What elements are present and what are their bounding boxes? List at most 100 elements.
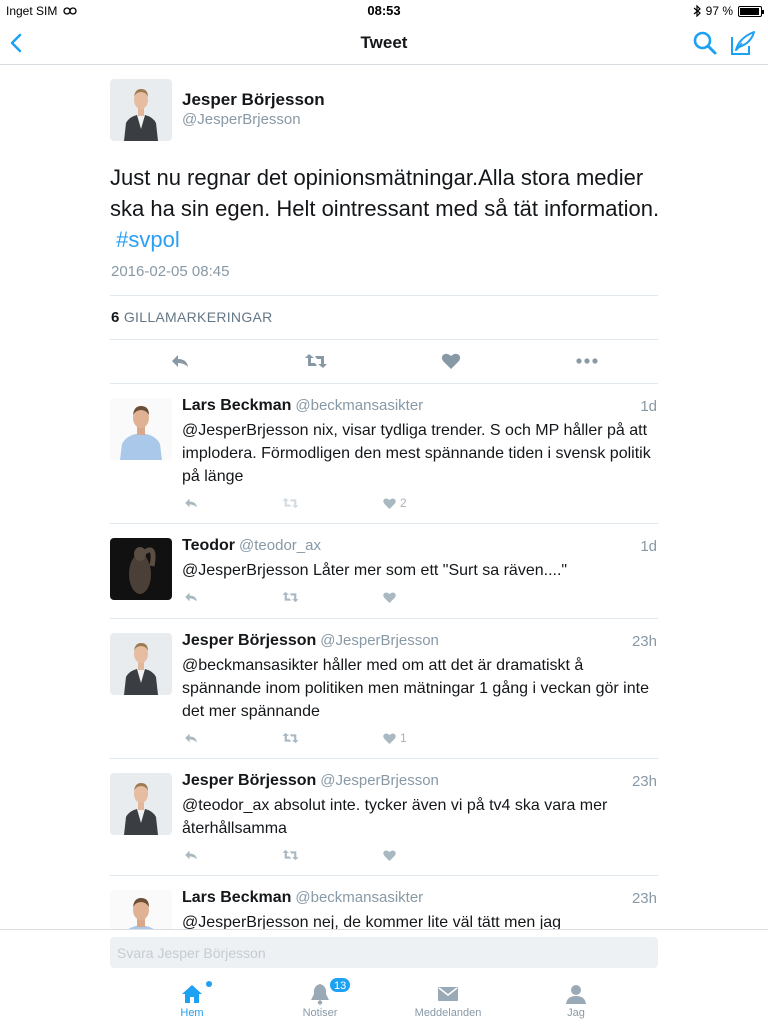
reply-author-name: Lars Beckman xyxy=(182,889,292,906)
clock: 08:53 xyxy=(367,3,401,18)
envelope-icon xyxy=(438,987,458,1001)
reply-icon xyxy=(183,495,199,511)
avatar[interactable] xyxy=(110,398,172,460)
avatar[interactable] xyxy=(110,79,172,141)
like-count: 1 xyxy=(400,731,407,745)
reply-bar xyxy=(0,929,768,972)
reply-action-retweet[interactable] xyxy=(281,495,300,511)
reply-action-like[interactable]: 2 xyxy=(382,495,407,511)
retweet-icon[interactable] xyxy=(303,350,329,372)
divider xyxy=(110,295,658,296)
reply-action-reply[interactable] xyxy=(183,495,199,511)
page-title: Tweet xyxy=(360,33,408,52)
reply-input[interactable] xyxy=(110,937,658,968)
tab-home[interactable]: Hem xyxy=(142,972,242,1024)
avatar[interactable] xyxy=(110,633,172,695)
navigation-bar: Tweet xyxy=(0,22,768,65)
notification-badge: 13 xyxy=(329,977,352,993)
reply-action-like[interactable]: 1 xyxy=(382,730,407,746)
reply-author-name: Lars Beckman xyxy=(182,397,292,414)
reply-author[interactable]: Lars Beckman @beckmansasikter xyxy=(182,397,423,415)
tweet-text: Just nu regnar det opinionsmätningar.All… xyxy=(110,162,670,255)
reply-author-handle: @beckmansasikter xyxy=(295,397,424,414)
reply-author-handle: @teodor_ax xyxy=(239,537,321,554)
more-icon[interactable] xyxy=(575,350,599,372)
reply-text: @JesperBrjesson nej, de kommer lite väl … xyxy=(182,914,562,929)
reply-author[interactable]: Lars Beckman @beckmansasikter xyxy=(182,889,423,907)
battery-icon xyxy=(738,5,764,17)
reply-text: @beckmansasikter håller med om att det ä… xyxy=(182,657,649,720)
divider xyxy=(110,758,658,759)
like-count: 2 xyxy=(400,496,407,510)
retweet-icon xyxy=(281,589,300,605)
tab-label: Notiser xyxy=(302,1007,338,1019)
author-handle[interactable]: @JesperBrjesson xyxy=(182,111,301,128)
divider xyxy=(110,383,658,384)
heart-icon[interactable] xyxy=(440,350,462,372)
reply-action-like[interactable] xyxy=(382,847,400,863)
retweet-icon xyxy=(281,495,300,511)
compose-icon[interactable] xyxy=(729,29,757,57)
divider xyxy=(110,339,658,340)
tab-notifications[interactable]: 13 Notiser xyxy=(270,972,370,1024)
likes-count: 6 xyxy=(111,309,120,326)
heart-icon xyxy=(382,496,397,511)
tab-label: Meddelanden xyxy=(414,1007,482,1019)
reply-text: @JesperBrjesson nix, visar tydliga trend… xyxy=(182,422,651,485)
reply-text: @teodor_ax absolut inte. tycker även vi … xyxy=(182,797,608,837)
person-icon xyxy=(566,985,586,1004)
reply-action-reply[interactable] xyxy=(183,589,199,605)
reply-time: 1d xyxy=(640,538,657,555)
tab-label: Jag xyxy=(567,1007,585,1019)
avatar[interactable] xyxy=(110,773,172,835)
avatar[interactable] xyxy=(110,890,172,929)
retweet-icon xyxy=(281,847,300,863)
reply-author[interactable]: Jesper Börjesson @JesperBrjesson xyxy=(182,772,439,790)
search-icon[interactable] xyxy=(692,30,718,56)
reply-action-retweet[interactable] xyxy=(281,589,300,605)
home-icon xyxy=(182,985,202,1003)
tweet-body: Just nu regnar det opinionsmätningar.All… xyxy=(110,165,660,221)
unread-dot xyxy=(206,981,212,987)
reply-action-reply[interactable] xyxy=(183,847,199,863)
heart-icon xyxy=(382,731,397,746)
retweet-icon xyxy=(281,730,300,746)
heart-icon xyxy=(382,848,397,863)
reply-time: 23h xyxy=(631,773,657,790)
reply-author-handle: @JesperBrjesson xyxy=(320,772,439,789)
reply-action-retweet[interactable] xyxy=(281,730,300,746)
battery-percent: 97 % xyxy=(705,4,733,18)
reply-time: 23h xyxy=(631,890,657,907)
reply-tweet[interactable]: Lars Beckman @beckmansasikter 23h @Jesper… xyxy=(0,875,768,929)
reply-action-reply[interactable] xyxy=(183,730,199,746)
battery-fill xyxy=(740,7,760,15)
reply-icon xyxy=(183,589,199,605)
reply-author-name: Jesper Börjesson xyxy=(182,772,317,789)
reply-author-name: Jesper Börjesson xyxy=(182,632,317,649)
reply-text: @JesperBrjesson Låter mer som ett "Surt … xyxy=(182,562,568,579)
reply-author-name: Teodor xyxy=(182,537,236,554)
tab-me[interactable]: Jag xyxy=(526,972,626,1024)
likes-summary[interactable]: 6 GILLAMARKERINGAR xyxy=(111,309,273,326)
reply-time: 1d xyxy=(640,398,657,415)
divider xyxy=(110,523,658,524)
likes-label: GILLAMARKERINGAR xyxy=(123,309,273,325)
reply-action-like[interactable] xyxy=(382,589,400,605)
reply-author-handle: @beckmansasikter xyxy=(295,889,424,906)
reply-action-retweet[interactable] xyxy=(281,847,300,863)
divider xyxy=(110,618,658,619)
tab-messages[interactable]: Meddelanden xyxy=(398,972,498,1024)
status-bar: Inget SIM 08:53 97 % xyxy=(0,0,768,22)
author-name[interactable]: Jesper Börjesson xyxy=(182,90,325,110)
reply-author[interactable]: Jesper Börjesson @JesperBrjesson xyxy=(182,632,439,650)
heart-icon xyxy=(382,590,397,605)
avatar[interactable] xyxy=(110,538,172,600)
reply-time: 23h xyxy=(631,633,657,650)
reply-author-handle: @JesperBrjesson xyxy=(320,632,439,649)
reply-icon[interactable] xyxy=(169,350,191,372)
reply-author[interactable]: Teodor @teodor_ax xyxy=(182,537,321,555)
status-right: 97 % xyxy=(693,4,764,18)
hashtag-link[interactable]: #svpol xyxy=(116,227,180,252)
reply-icon xyxy=(183,730,199,746)
tab-bar: Hem 13 Notiser Meddelanden Jag xyxy=(0,972,768,1024)
